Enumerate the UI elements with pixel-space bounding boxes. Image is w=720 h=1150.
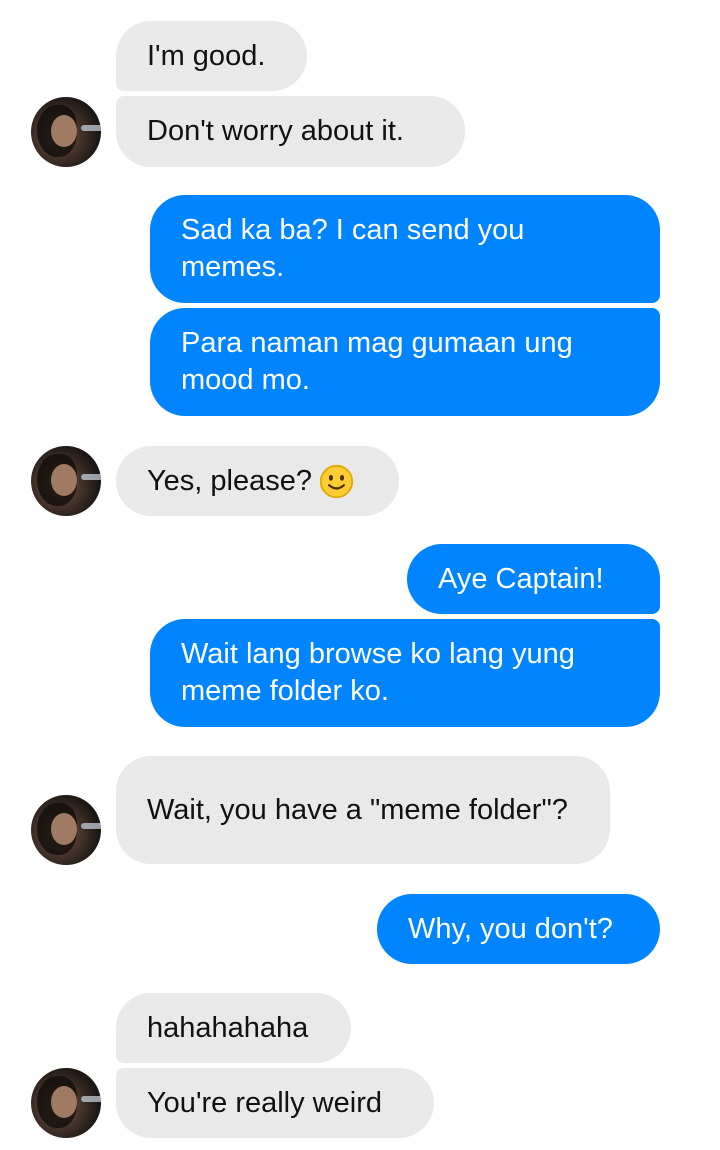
message-text: Yes, please? (147, 464, 313, 497)
message-text: Why, you don't? (408, 912, 613, 945)
message-text: Wait, you have a "meme folder"? (147, 793, 568, 826)
contact-avatar[interactable] (31, 795, 101, 865)
incoming-message-bubble[interactable]: hahahahaha (116, 993, 351, 1063)
message-text: Sad ka ba? I can send you memes. (181, 214, 533, 283)
message-text: Para naman mag gumaan ung mood mo. (181, 327, 581, 396)
message-text: Don't worry about it. (147, 115, 404, 147)
message-text: hahahahaha (147, 1011, 309, 1044)
message-text: Wait lang browse ko lang yung meme folde… (181, 638, 583, 707)
outgoing-message-bubble[interactable]: Why, you don't? (377, 894, 660, 964)
outgoing-message-bubble[interactable]: Wait lang browse ko lang yung meme folde… (150, 619, 660, 727)
incoming-message-bubble[interactable]: I'm good. (116, 21, 307, 91)
message-text: I'm good. (147, 39, 266, 72)
contact-avatar[interactable] (31, 446, 101, 516)
incoming-message-bubble[interactable]: You're really weird (116, 1068, 434, 1138)
incoming-message-bubble[interactable]: Yes, please? (116, 446, 399, 516)
message-text: You're really weird (147, 1086, 382, 1119)
outgoing-message-bubble[interactable]: Para naman mag gumaan ung mood mo. (150, 308, 660, 416)
conversation-thread[interactable]: I'm good. Don't worry about it. Sad ka b… (0, 0, 720, 1150)
outgoing-message-bubble[interactable]: Sad ka ba? I can send you memes. (150, 195, 660, 303)
message-text: Aye Captain! (438, 562, 604, 595)
incoming-message-bubble[interactable]: Wait, you have a "meme folder"? (116, 756, 610, 864)
slightly-smiling-face-icon (319, 464, 354, 498)
contact-avatar[interactable] (31, 1068, 101, 1138)
outgoing-message-bubble[interactable]: Aye Captain! (407, 544, 660, 614)
incoming-message-bubble[interactable]: Don't worry about it. (116, 96, 465, 167)
contact-avatar[interactable] (31, 97, 101, 167)
